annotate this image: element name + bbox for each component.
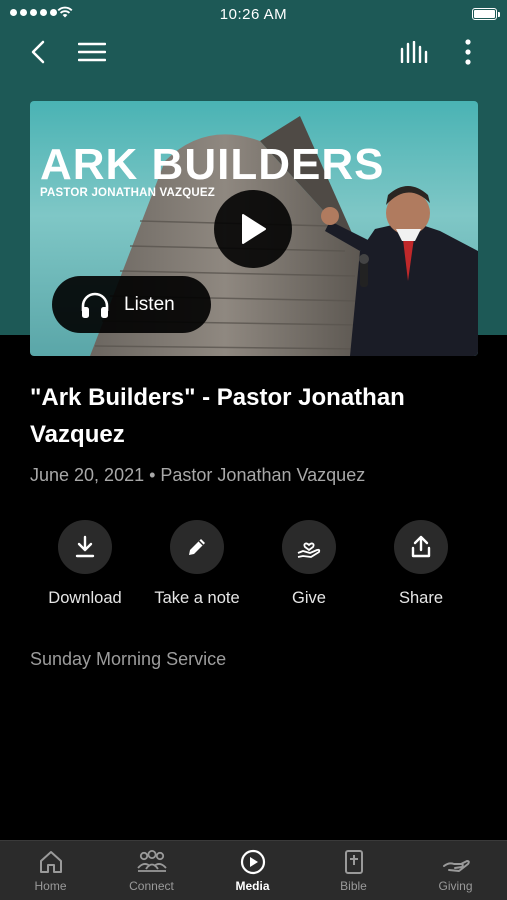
chevron-left-icon (31, 40, 45, 64)
headphones-icon (81, 292, 109, 318)
take-note-label: Take a note (154, 589, 240, 607)
download-button[interactable]: Download (30, 520, 140, 608)
status-time: 10:26 AM (219, 6, 288, 23)
tab-bible-label: Bible (340, 879, 367, 893)
menu-button[interactable] (72, 32, 112, 72)
sermon-artwork: ARK BUILDERS PASTOR JONATHAN VAZQUEZ Lis… (30, 101, 478, 356)
home-icon (39, 851, 62, 873)
sermon-title: "Ark Builders" - Pastor Jonathan Vazquez (30, 384, 405, 448)
artwork-subtitle: PASTOR JONATHAN VAZQUEZ (40, 187, 215, 199)
more-vertical-icon (465, 39, 471, 65)
share-label: Share (398, 589, 444, 607)
tab-giving[interactable]: Giving (405, 841, 506, 900)
sermon-meta: June 20, 2021 • Pastor Jonathan Vazquez (30, 465, 366, 485)
action-row: Download Take a note Give Share (0, 520, 507, 610)
download-circle[interactable] (58, 520, 112, 574)
download-label: Download (48, 589, 122, 607)
listen-label: Listen (124, 293, 175, 315)
tab-bar: Home Connect Media Bible Giving (0, 840, 507, 900)
pencil-icon (189, 539, 205, 555)
status-bar: 10:26 AM (0, 0, 507, 28)
back-button[interactable] (18, 32, 58, 72)
tab-home[interactable]: Home (0, 841, 101, 900)
hand-icon (442, 860, 470, 872)
bible-icon (344, 850, 363, 874)
play-button[interactable] (214, 190, 292, 268)
equalizer-icon (400, 41, 428, 63)
tab-media[interactable]: Media (202, 841, 303, 900)
share-button[interactable]: Share (366, 520, 476, 608)
nav-bar (0, 32, 507, 74)
giving-hand-icon (297, 542, 321, 558)
take-note-circle[interactable] (170, 520, 224, 574)
battery-icon (472, 8, 500, 20)
download-icon (75, 535, 95, 558)
tab-bible[interactable]: Bible (303, 841, 404, 900)
give-button[interactable]: Give (254, 520, 364, 608)
audio-levels-button[interactable] (394, 32, 434, 72)
people-icon (136, 850, 167, 872)
tab-media-label: Media (235, 879, 270, 893)
share-circle[interactable] (394, 520, 448, 574)
share-icon (411, 535, 431, 558)
tab-connect[interactable]: Connect (101, 841, 202, 900)
give-circle[interactable] (282, 520, 336, 574)
play-icon (242, 214, 266, 244)
artwork-title: ARK BUILDERS (40, 140, 385, 189)
tab-home-label: Home (34, 879, 67, 893)
play-circle-icon (240, 849, 265, 875)
hamburger-icon (78, 42, 106, 62)
more-options-button[interactable] (448, 32, 488, 72)
give-label: Give (292, 589, 326, 607)
take-note-button[interactable]: Take a note (142, 520, 252, 608)
tab-giving-label: Giving (438, 879, 473, 893)
tab-connect-label: Connect (129, 879, 174, 893)
service-name: Sunday Morning Service (30, 649, 227, 669)
listen-button[interactable]: Listen (52, 276, 211, 333)
